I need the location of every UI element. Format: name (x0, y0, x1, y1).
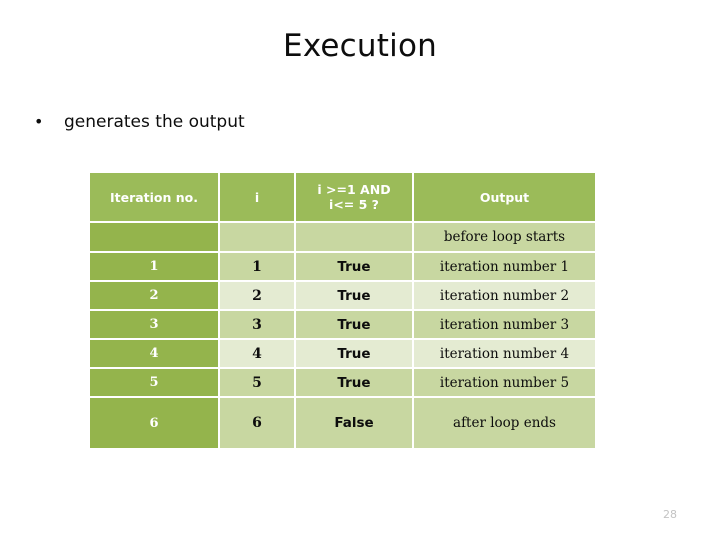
execution-table: Iteration no. i i >=1 AND i<= 5 ? Output… (88, 171, 597, 450)
cell-condition: True (296, 311, 412, 338)
column-header-condition-line1: i >=1 AND (317, 182, 391, 197)
cell-i (220, 223, 294, 251)
column-header-condition-line2: i<= 5 ? (329, 197, 379, 212)
table-row: 4 4 True iteration number 4 (90, 340, 595, 367)
cell-output: after loop ends (414, 398, 595, 448)
column-header-condition: i >=1 AND i<= 5 ? (296, 173, 412, 221)
cell-iteration: 2 (90, 282, 218, 309)
cell-i: 2 (220, 282, 294, 309)
cell-output: iteration number 1 (414, 253, 595, 280)
cell-condition: True (296, 340, 412, 367)
table-row: 3 3 True iteration number 3 (90, 311, 595, 338)
page-number: 28 (663, 508, 677, 521)
column-header-iteration-no: Iteration no. (90, 173, 218, 221)
cell-iteration: 4 (90, 340, 218, 367)
cell-output: before loop starts (414, 223, 595, 251)
cell-iteration: 1 (90, 253, 218, 280)
cell-condition: False (296, 398, 412, 448)
table-body: before loop starts 1 1 True iteration nu… (90, 223, 595, 448)
bullet-dot-icon: • (34, 112, 44, 131)
table-row: 1 1 True iteration number 1 (90, 253, 595, 280)
cell-condition: True (296, 253, 412, 280)
cell-output: iteration number 4 (414, 340, 595, 367)
cell-iteration: 5 (90, 369, 218, 396)
slide-root: { "slide": { "title": "Execution", "page… (0, 0, 720, 540)
table-header: Iteration no. i i >=1 AND i<= 5 ? Output (90, 173, 595, 221)
table-row: before loop starts (90, 223, 595, 251)
column-header-output: Output (414, 173, 595, 221)
cell-i: 1 (220, 253, 294, 280)
table-header-row: Iteration no. i i >=1 AND i<= 5 ? Output (90, 173, 595, 221)
cell-condition: True (296, 282, 412, 309)
cell-condition: True (296, 369, 412, 396)
cell-i: 4 (220, 340, 294, 367)
page-title: Execution (283, 28, 437, 64)
cell-output: iteration number 2 (414, 282, 595, 309)
cell-iteration: 3 (90, 311, 218, 338)
cell-iteration: 6 (90, 398, 218, 448)
execution-table-container: Iteration no. i i >=1 AND i<= 5 ? Output… (88, 171, 595, 450)
cell-i: 5 (220, 369, 294, 396)
bullet-item: • generates the output (34, 110, 245, 134)
cell-output: iteration number 3 (414, 311, 595, 338)
cell-i: 6 (220, 398, 294, 448)
cell-iteration (90, 223, 218, 251)
cell-condition (296, 223, 412, 251)
column-header-i: i (220, 173, 294, 221)
cell-output: iteration number 5 (414, 369, 595, 396)
table-row: 6 6 False after loop ends (90, 398, 595, 448)
table-row: 5 5 True iteration number 5 (90, 369, 595, 396)
cell-i: 3 (220, 311, 294, 338)
bullet-item-label: generates the output (64, 112, 245, 132)
table-row: 2 2 True iteration number 2 (90, 282, 595, 309)
